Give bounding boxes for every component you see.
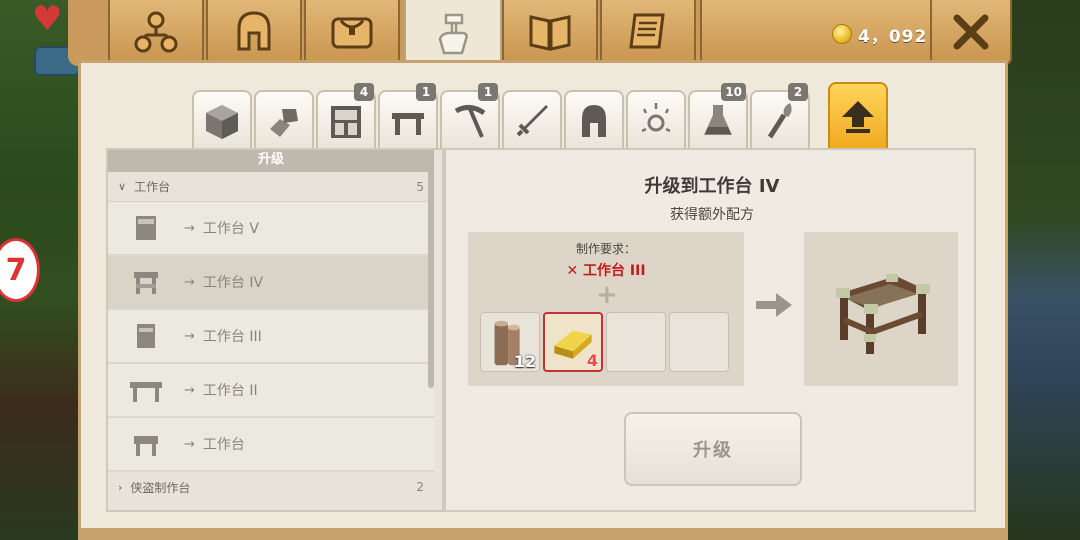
ingredient-slot[interactable]: 12 xyxy=(480,312,540,372)
furniture-count-badge: 4 xyxy=(354,83,374,101)
list-item-label: 工作台 II xyxy=(202,383,258,399)
tab-inventory[interactable] xyxy=(304,0,400,66)
category-furniture[interactable]: 4 xyxy=(316,83,376,150)
empty-ingredient-slot xyxy=(669,312,729,372)
coin-amount: 4，092 xyxy=(858,27,928,47)
ingredient-slot-insufficient[interactable]: 4 xyxy=(543,312,603,372)
world-view-right xyxy=(1000,0,1080,540)
potion-icon xyxy=(704,105,732,135)
armor-helmet-icon xyxy=(582,105,606,137)
backpack-icon xyxy=(331,17,373,49)
tab-map[interactable] xyxy=(502,0,598,66)
close-icon xyxy=(953,14,989,50)
group-count: 5 xyxy=(416,179,424,194)
potions-count-badge: 10 xyxy=(721,83,746,101)
recipe-list[interactable]: 升级 ∨ 工作台 5 → 工作台 V → 工作台 IV → 工作台 III → … xyxy=(106,148,444,512)
helmet-icon xyxy=(237,11,271,51)
category-potions[interactable]: 10 xyxy=(688,83,748,150)
arrow-right-icon: → xyxy=(184,220,195,236)
recipe-title: 升级到工作台 IV xyxy=(644,176,780,197)
category-magic[interactable] xyxy=(626,90,686,150)
ingredient-qty: 12 xyxy=(513,352,536,371)
cube-icon xyxy=(206,105,238,139)
list-item[interactable]: → 工作台 III xyxy=(108,310,434,364)
list-item-selected[interactable]: → 工作台 IV xyxy=(108,256,434,310)
empty-ingredient-slot xyxy=(606,312,666,372)
list-item-label: 工作台 IV xyxy=(202,275,264,291)
result-preview xyxy=(804,232,958,386)
category-blocks[interactable] xyxy=(192,90,252,150)
upgrade-button[interactable]: 升级 xyxy=(624,412,802,486)
workbench-v-icon xyxy=(136,216,156,240)
requirements-label: 制作要求： xyxy=(575,242,636,256)
arrow-right-icon: → xyxy=(184,382,195,398)
scroll-icon xyxy=(629,13,665,49)
arrow-right-icon: → xyxy=(184,328,195,344)
workbench-iv-icon xyxy=(134,272,158,294)
recipe-subtitle: 获得额外配方 xyxy=(670,207,754,223)
missing-requirement: ✕ 工作台 III xyxy=(566,263,646,279)
category-tables[interactable]: 1 xyxy=(378,83,438,150)
workbench-iii-icon xyxy=(137,324,155,348)
chevron-down-icon: ∨ xyxy=(118,180,127,193)
panel-bottom-rim xyxy=(78,528,1008,540)
category-materials[interactable] xyxy=(254,90,314,150)
group-label: 工作台 xyxy=(134,180,171,194)
requirements-box: 制作要求： ✕ 工作台 III + 12 4 xyxy=(468,232,744,386)
close-button[interactable] xyxy=(930,0,1012,66)
list-header: 升级 xyxy=(108,150,434,172)
list-scrollbar[interactable] xyxy=(428,152,434,388)
torch-icon xyxy=(767,103,792,139)
workbench-ii-icon xyxy=(130,382,162,402)
recipe-detail: 升级到工作台 IV 获得额外配方 制作要求： ✕ 工作台 III + 12 4 xyxy=(444,148,976,512)
list-item-label: 工作台 III xyxy=(202,329,262,345)
workbench-iv-icon xyxy=(836,274,930,354)
group-label: 侠盗制作台 xyxy=(130,480,191,495)
workbench-icon xyxy=(134,436,158,456)
sparkle-icon xyxy=(641,103,671,133)
list-item[interactable]: → 工作台 V xyxy=(108,202,434,256)
sword-icon xyxy=(516,105,548,137)
category-upgrade[interactable] xyxy=(828,82,888,150)
category-tools[interactable]: 1 xyxy=(440,83,500,150)
list-item-label: 工作台 V xyxy=(202,221,259,237)
tools-count-badge: 1 xyxy=(478,83,498,101)
tables-count-badge: 1 xyxy=(416,83,436,101)
coin-counter: 4，092 xyxy=(700,0,932,66)
heart-icon: ♥ xyxy=(32,0,63,39)
arrow-right-icon: → xyxy=(184,274,195,290)
group-workbench[interactable]: ∨ 工作台 5 xyxy=(108,172,434,202)
coin-icon xyxy=(832,24,852,44)
tab-social[interactable] xyxy=(108,0,204,66)
pickaxe-icon xyxy=(454,105,486,138)
category-light[interactable]: 2 xyxy=(750,83,810,150)
table-icon xyxy=(392,113,424,135)
tab-quests[interactable] xyxy=(600,0,696,66)
chevron-right-icon: › xyxy=(118,480,123,494)
list-item-label: 工作台 xyxy=(202,437,245,453)
arrow-right-icon: → xyxy=(184,436,195,452)
category-weapons[interactable] xyxy=(502,90,562,150)
list-item[interactable]: → 工作台 II xyxy=(108,364,434,418)
upgrade-arrow-icon xyxy=(842,101,874,133)
plus-sign: + xyxy=(596,280,618,310)
group-count: 2 xyxy=(416,480,424,494)
stone-icon xyxy=(270,109,298,137)
book-icon xyxy=(529,15,571,51)
group-rogue-bench[interactable]: › 侠盗制作台 2 xyxy=(108,472,434,502)
light-count-badge: 2 xyxy=(788,83,808,101)
hammer-hand-icon xyxy=(438,13,468,55)
cabinet-icon xyxy=(331,106,361,138)
people-network-icon xyxy=(134,11,178,53)
arrow-right-icon xyxy=(756,293,792,317)
list-item[interactable]: → 工作台 xyxy=(108,418,434,472)
ingredient-qty: 4 xyxy=(586,351,598,370)
category-armor[interactable] xyxy=(564,90,624,150)
tab-equipment[interactable] xyxy=(206,0,302,66)
